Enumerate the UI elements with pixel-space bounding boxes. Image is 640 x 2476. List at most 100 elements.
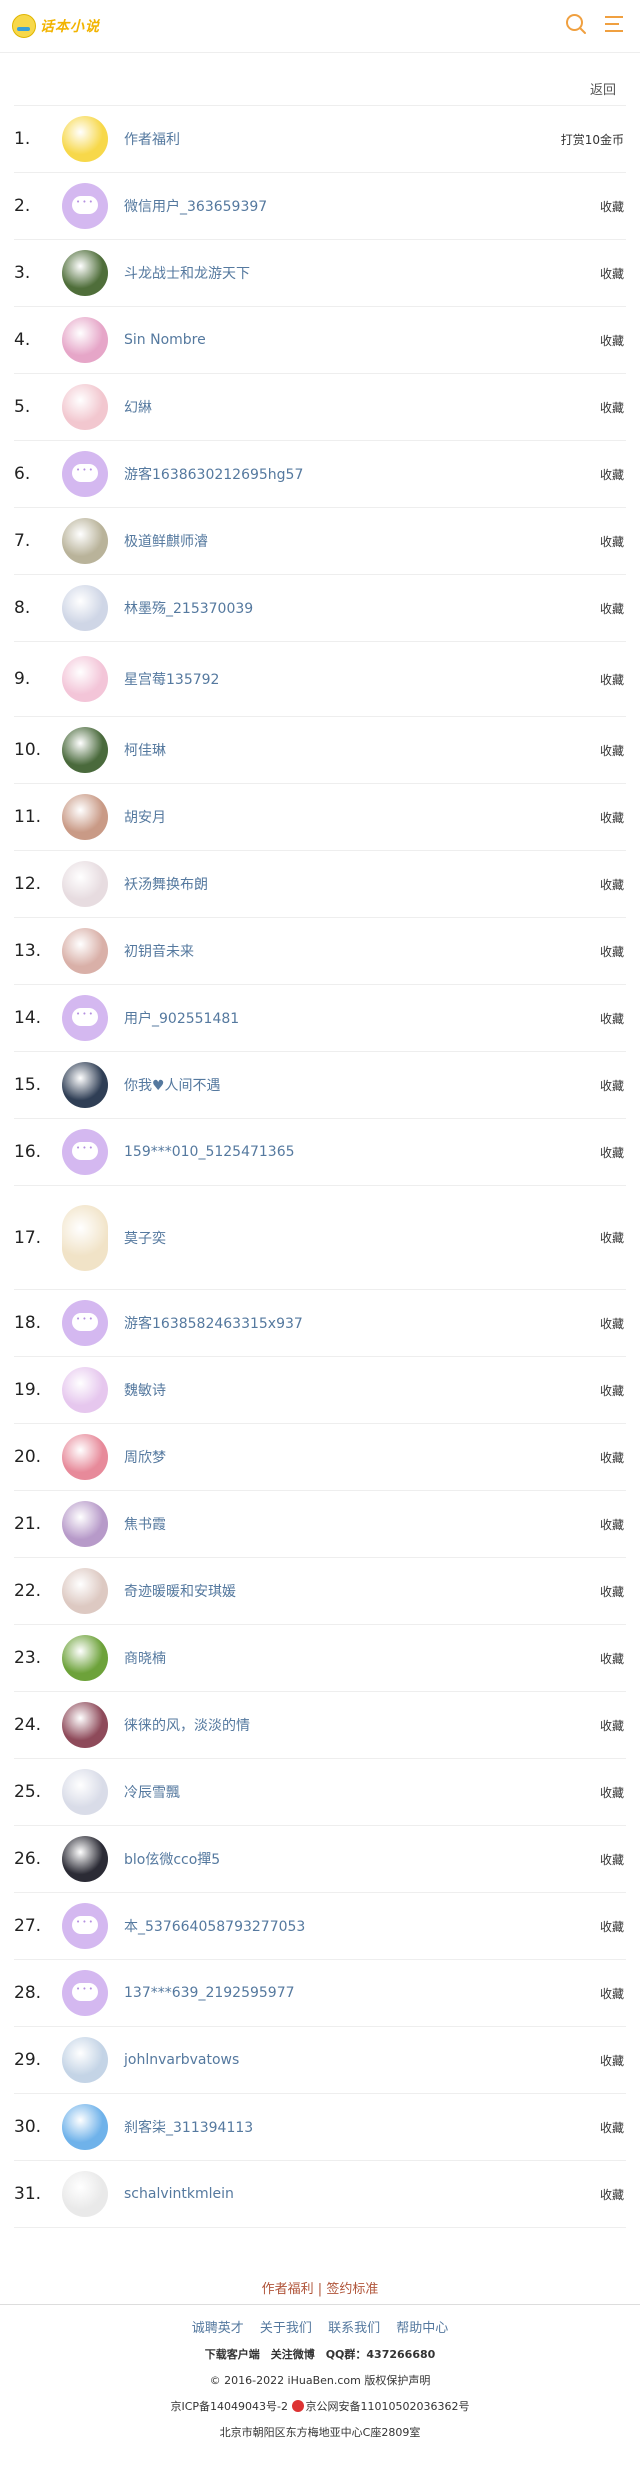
avatar[interactable]	[62, 1635, 108, 1681]
list-item: 2. 微信用户_363659397收藏	[14, 173, 626, 240]
reward-action: 收藏	[599, 534, 624, 549]
avatar[interactable]	[62, 1204, 108, 1271]
avatar[interactable]	[62, 656, 108, 702]
avatar[interactable]	[62, 2171, 108, 2217]
reward-action: 收藏	[599, 877, 624, 892]
user-name-link[interactable]: 极道鲜麒师濬	[124, 531, 600, 551]
avatar[interactable]	[62, 1702, 108, 1748]
avatar[interactable]	[62, 1568, 108, 1614]
menu-icon[interactable]	[602, 12, 626, 36]
user-name-link[interactable]: 幻綝	[124, 397, 600, 417]
rank-number: 28.	[14, 1983, 42, 2003]
icp-number[interactable]: 京ICP备14049043号-2	[171, 2400, 289, 2413]
default-avatar-icon[interactable]	[62, 451, 108, 497]
list-item: 19. 魏敏诗 收藏	[14, 1357, 626, 1424]
user-name-link[interactable]: 林墨殇_215370039	[124, 598, 600, 618]
back-link[interactable]: 返回	[590, 79, 616, 98]
list-item: 20. 周欣梦 收藏	[14, 1424, 626, 1491]
user-name-link[interactable]: 作者福利	[124, 129, 561, 149]
rank-number: 13.	[14, 941, 42, 961]
default-avatar-icon[interactable]	[62, 995, 108, 1041]
rank-number: 23.	[14, 1648, 42, 1668]
reward-action: 收藏	[599, 1584, 624, 1599]
reward-action: 收藏	[599, 2120, 624, 2135]
reward-action: 收藏	[599, 810, 624, 825]
footer-nav-about[interactable]: 关于我们	[260, 2321, 312, 2336]
rank-number: 29.	[14, 2050, 42, 2070]
footer-nav-help[interactable]: 帮助中心	[396, 2321, 448, 2336]
default-avatar-icon[interactable]	[62, 183, 108, 229]
avatar[interactable]	[62, 1367, 108, 1413]
footer-author-links[interactable]: 作者福利 | 签约标准	[0, 2276, 640, 2305]
rank-number: 16.	[14, 1142, 42, 1162]
list-item: 18. 游客1638582463315x937收藏	[14, 1290, 626, 1357]
avatar[interactable]	[62, 317, 108, 363]
avatar[interactable]	[62, 384, 108, 430]
user-name-link[interactable]: 137***639_2192595977	[124, 1985, 600, 2001]
user-name-link[interactable]: 159***010_5125471365	[124, 1144, 600, 1160]
list-item: 29. johlnvarbvatows 收藏	[14, 2027, 626, 2094]
user-name-link[interactable]: 微信用户_363659397	[124, 196, 600, 216]
user-name-link[interactable]: 胡安月	[124, 807, 600, 827]
avatar[interactable]	[62, 794, 108, 840]
footer-nav: 诚聘英才 关于我们 联系我们 帮助中心	[0, 2317, 640, 2336]
avatar[interactable]	[62, 727, 108, 773]
user-name-link[interactable]: 商晓楠	[124, 1648, 600, 1668]
user-name-link[interactable]: schalvintkmlein	[124, 2186, 600, 2202]
user-name-link[interactable]: 斗龙战士和龙游天下	[124, 263, 600, 283]
rank-number: 12.	[14, 874, 42, 894]
avatar[interactable]	[62, 2104, 108, 2150]
site-logo[interactable]: 话本小说	[12, 12, 100, 40]
user-name-link[interactable]: Sin Nombre	[124, 332, 600, 348]
footer-nav-contact[interactable]: 联系我们	[328, 2321, 380, 2336]
avatar[interactable]	[62, 928, 108, 974]
avatar[interactable]	[62, 861, 108, 907]
avatar[interactable]	[62, 1501, 108, 1547]
avatar[interactable]	[62, 2037, 108, 2083]
user-name-link[interactable]: 刹客柒_311394113	[124, 2117, 600, 2137]
police-number[interactable]: 京公网安备11010502036362号	[306, 2400, 470, 2413]
reward-action: 收藏	[599, 1718, 624, 1733]
avatar[interactable]	[62, 585, 108, 631]
user-name-link[interactable]: 莫子奕	[124, 1228, 600, 1248]
user-name-link[interactable]: 柯佳琳	[124, 740, 600, 760]
list-item: 30. 刹客柒_311394113 收藏	[14, 2094, 626, 2161]
avatar[interactable]	[62, 1769, 108, 1815]
user-name-link[interactable]: 游客1638630212695hg57	[124, 464, 600, 484]
user-name-link[interactable]: 焦书霞	[124, 1514, 600, 1534]
footer-icp: 京ICP备14049043号-2 京公网安备11010502036362号	[0, 2398, 640, 2414]
avatar[interactable]	[62, 518, 108, 564]
user-name-link[interactable]: 徕徕的风，淡淡的情	[124, 1715, 600, 1735]
default-avatar-icon[interactable]	[62, 1903, 108, 1949]
list-item: 8. 林墨殇_215370039 收藏	[14, 575, 626, 642]
user-name-link[interactable]: 初钥音未来	[124, 941, 600, 961]
search-icon[interactable]	[564, 12, 588, 36]
rank-number: 3.	[14, 263, 31, 283]
user-name-link[interactable]: 本_537664058793277053	[124, 1916, 600, 1936]
rank-number: 21.	[14, 1514, 42, 1534]
user-name-link[interactable]: johlnvarbvatows	[124, 2052, 600, 2068]
reward-action: 收藏	[599, 1011, 624, 1026]
user-name-link[interactable]: 周欣梦	[124, 1447, 600, 1467]
user-name-link[interactable]: blo伭微cco撣5	[124, 1849, 600, 1869]
user-name-link[interactable]: 星宫莓135792	[124, 669, 600, 689]
default-avatar-icon[interactable]	[62, 1300, 108, 1346]
site-mascot-icon[interactable]	[62, 116, 108, 162]
default-avatar-icon[interactable]	[62, 1970, 108, 2016]
user-name-link[interactable]: 奇迹暖暖和安琪媛	[124, 1581, 600, 1601]
avatar[interactable]	[62, 1434, 108, 1480]
avatar[interactable]	[62, 1836, 108, 1882]
footer-nav-jobs[interactable]: 诚聘英才	[192, 2321, 244, 2336]
avatar[interactable]	[62, 1062, 108, 1108]
user-name-link[interactable]: 游客1638582463315x937	[124, 1313, 600, 1333]
default-avatar-icon[interactable]	[62, 1129, 108, 1175]
avatar[interactable]	[62, 250, 108, 296]
user-name-link[interactable]: 你我♥人间不遇	[124, 1075, 600, 1095]
user-name-link[interactable]: 袄汤舞换布朗	[124, 874, 600, 894]
police-badge-icon	[291, 2400, 304, 2412]
user-name-link[interactable]: 用户_902551481	[124, 1008, 600, 1028]
back-bar: 返回	[14, 53, 626, 106]
user-name-link[interactable]: 魏敏诗	[124, 1380, 600, 1400]
list-item: 15. 你我♥人间不遇 收藏	[14, 1052, 626, 1119]
user-name-link[interactable]: 冷辰雪飄	[124, 1782, 600, 1802]
